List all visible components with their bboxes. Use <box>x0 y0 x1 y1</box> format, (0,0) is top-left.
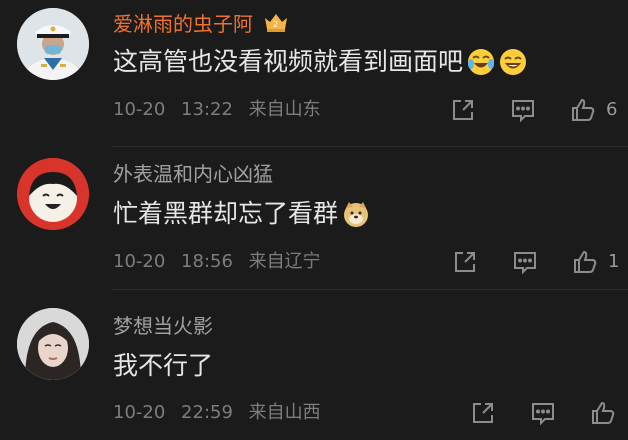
username[interactable]: 爱淋雨的虫子阿 2 <box>113 12 289 36</box>
comment-text-content: 忙着黑群却忘了看群 <box>113 199 339 228</box>
comment-text: 这高管也没看视频就看到画面吧 <box>113 46 527 78</box>
comment-location: 来自山东 <box>248 99 321 120</box>
username[interactable]: 外表温和内心凶猛 <box>113 162 273 186</box>
username[interactable]: 梦想当火影 <box>113 314 213 338</box>
username-text[interactable]: 爱淋雨的虫子阿 <box>113 12 253 36</box>
username-text[interactable]: 梦想当火影 <box>113 314 213 338</box>
share-icon[interactable] <box>451 248 479 276</box>
comment-location: 来自辽宁 <box>248 251 321 272</box>
avatar[interactable] <box>17 308 89 380</box>
like-icon[interactable] <box>569 96 597 124</box>
comment-date: 10-20 <box>113 402 166 423</box>
avatar[interactable] <box>17 8 89 80</box>
comment-meta: 10-20 22:59 来自山西 <box>113 402 321 424</box>
share-icon[interactable] <box>449 96 477 124</box>
crying-laughing-icon <box>467 48 495 76</box>
comment-date: 10-20 <box>113 99 166 120</box>
comment-text-content: 这高管也没看视频就看到画面吧 <box>113 47 464 76</box>
comment-text-content: 我不行了 <box>113 351 214 380</box>
comment-item: 爱淋雨的虫子阿 2 这高管也没看视频就看到画面吧 10-20 13:22 来自山… <box>0 0 628 150</box>
like-count: 1 <box>608 251 620 272</box>
username-text[interactable]: 外表温和内心凶猛 <box>113 162 273 186</box>
avatar[interactable] <box>17 158 89 230</box>
divider <box>112 146 628 147</box>
comment-icon[interactable] <box>529 399 557 427</box>
svg-text:2: 2 <box>273 20 278 29</box>
comment-date: 10-20 <box>113 251 166 272</box>
comment-text: 我不行了 <box>113 350 213 382</box>
comment-time: 13:22 <box>181 99 233 120</box>
like-count: 6 <box>606 99 618 120</box>
comment-meta: 10-20 13:22 来自山东 <box>113 99 321 121</box>
comment-location: 来自山西 <box>248 402 321 423</box>
comment-time: 22:59 <box>181 402 233 423</box>
comment-meta: 10-20 18:56 来自辽宁 <box>113 251 321 273</box>
comment-icon[interactable] <box>509 96 537 124</box>
comment-item: 外表温和内心凶猛 忙着黑群却忘了看群 10-20 18:56 来自辽宁 1 <box>0 150 628 290</box>
like-icon[interactable] <box>589 399 617 427</box>
like-icon[interactable] <box>571 248 599 276</box>
comment-text: 忙着黑群却忘了看群 <box>113 198 370 230</box>
share-icon[interactable] <box>469 399 497 427</box>
comment-time: 18:56 <box>181 251 233 272</box>
doge-icon <box>342 200 370 228</box>
vip-crown-icon: 2 <box>263 12 289 34</box>
laughing-icon <box>499 48 527 76</box>
comment-icon[interactable] <box>511 248 539 276</box>
comment-item: 梦想当火影 我不行了 10-20 22:59 来自山西 <box>0 290 628 440</box>
